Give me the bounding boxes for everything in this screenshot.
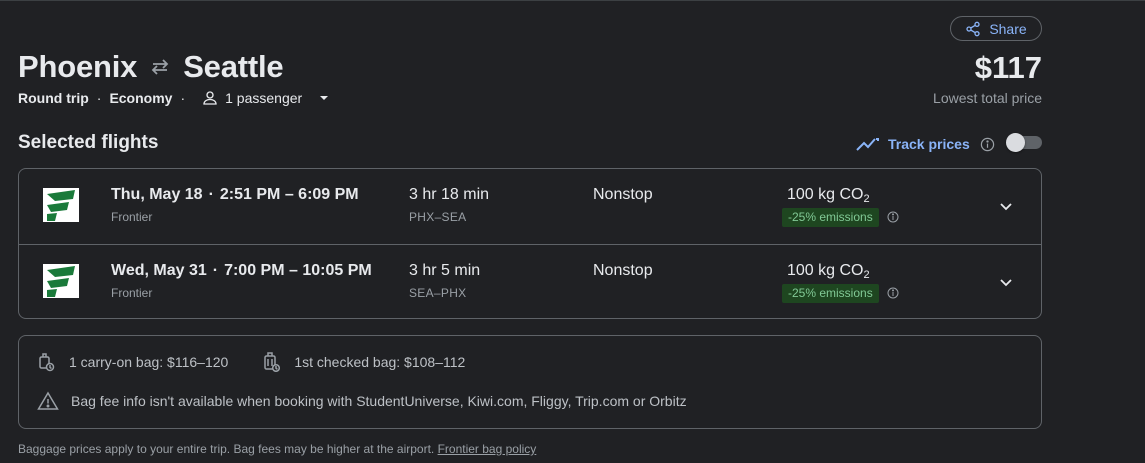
trip-type: Round trip bbox=[18, 90, 89, 106]
track-prices-label: Track prices bbox=[888, 136, 970, 152]
round-trip-arrows-icon bbox=[149, 58, 171, 76]
bag-policy-link[interactable]: Frontier bag policy bbox=[438, 442, 537, 456]
origin-city: Phoenix bbox=[18, 49, 138, 84]
info-icon[interactable] bbox=[980, 137, 995, 152]
bag-fees-row: 1 carry-on bag: $116–120 1st checked bag… bbox=[37, 352, 465, 372]
flight-stops: Nonstop bbox=[593, 186, 653, 203]
baggage-info-panel: 1 carry-on bag: $116–120 1st checked bag… bbox=[18, 335, 1042, 429]
frontier-logo-icon bbox=[43, 264, 79, 298]
track-prices-toggle[interactable] bbox=[1006, 133, 1042, 152]
flight-row[interactable]: Thu, May 18 · 2:51 PM – 6:09 PM Frontier 3… bbox=[19, 169, 1041, 244]
flight-route: SEA–PHX bbox=[409, 286, 467, 300]
flight-row[interactable]: Wed, May 31 · 7:00 PM – 10:05 PM Frontier … bbox=[19, 244, 1041, 318]
flight-time-range: 7:00 PM – 10:05 PM bbox=[224, 262, 372, 279]
flight-duration: 3 hr 5 min bbox=[409, 262, 481, 279]
airline-name: Frontier bbox=[111, 210, 153, 224]
destination-city: Seattle bbox=[183, 49, 284, 84]
carry-on-bag: 1 carry-on bag: $116–120 bbox=[37, 352, 228, 372]
warning-icon bbox=[37, 391, 59, 410]
flight-route: PHX–SEA bbox=[409, 210, 467, 224]
bag-warning-text: Bag fee info isn't available when bookin… bbox=[71, 393, 687, 409]
info-icon[interactable] bbox=[887, 287, 899, 299]
flight-date: Wed, May 31 bbox=[111, 262, 207, 279]
chevron-down-icon[interactable] bbox=[996, 196, 1016, 216]
frontier-logo-icon bbox=[43, 188, 79, 222]
bag-warning-row: Bag fee info isn't available when bookin… bbox=[37, 391, 687, 411]
separator-dot: · bbox=[180, 90, 186, 106]
checked-bag-icon bbox=[264, 352, 281, 372]
page-title: Phoenix Seattle bbox=[18, 49, 284, 85]
co2-value: 100 kg CO2 bbox=[787, 186, 870, 205]
separator-dot: · bbox=[96, 90, 102, 106]
trip-summary: Round trip · Economy · 1 passenger bbox=[18, 89, 330, 107]
flight-time-range: 2:51 PM – 6:09 PM bbox=[219, 186, 359, 203]
flight-date: Thu, May 18 bbox=[111, 186, 203, 203]
flight-stops: Nonstop bbox=[593, 262, 653, 279]
flight-times: Thu, May 18 · 2:51 PM – 6:09 PM bbox=[111, 186, 359, 203]
person-icon bbox=[203, 91, 217, 105]
flight-times: Wed, May 31 · 7:00 PM – 10:05 PM bbox=[111, 262, 372, 279]
section-title: Selected flights bbox=[18, 132, 159, 153]
track-prices[interactable]: Track prices bbox=[856, 133, 995, 155]
info-icon[interactable] bbox=[887, 211, 899, 223]
airline-name: Frontier bbox=[111, 286, 153, 300]
cabin-class: Economy bbox=[109, 90, 173, 106]
price-label: Lowest total price bbox=[933, 90, 1042, 106]
top-divider bbox=[0, 0, 1145, 1]
footnote-text: Baggage prices apply to your entire trip… bbox=[18, 442, 438, 456]
baggage-footnote: Baggage prices apply to your entire trip… bbox=[18, 442, 536, 456]
share-button[interactable]: Share bbox=[950, 16, 1042, 41]
total-price: $117 bbox=[974, 50, 1042, 85]
caret-down-icon bbox=[320, 96, 329, 100]
selected-flights-list: Thu, May 18 · 2:51 PM – 6:09 PM Frontier 3… bbox=[18, 168, 1042, 319]
chevron-down-icon[interactable] bbox=[996, 272, 1016, 292]
passenger-selector[interactable]: 1 passenger bbox=[201, 89, 330, 107]
carry-on-fee: 1 carry-on bag: $116–120 bbox=[69, 354, 229, 370]
checked-bag: 1st checked bag: $108–112 bbox=[262, 352, 465, 372]
toggle-knob bbox=[1006, 133, 1025, 152]
flight-duration: 3 hr 18 min bbox=[409, 186, 490, 203]
share-label: Share bbox=[989, 20, 1027, 37]
co2-value: 100 kg CO2 bbox=[787, 262, 870, 281]
emissions-badge: -25% emissions bbox=[782, 284, 879, 303]
passenger-count: 1 passenger bbox=[225, 90, 303, 106]
carry-on-bag-icon bbox=[39, 353, 55, 372]
share-icon bbox=[966, 21, 980, 36]
trend-chart-icon bbox=[856, 138, 879, 151]
checked-bag-fee: 1st checked bag: $108–112 bbox=[294, 354, 466, 370]
emissions-badge: -25% emissions bbox=[782, 208, 879, 227]
